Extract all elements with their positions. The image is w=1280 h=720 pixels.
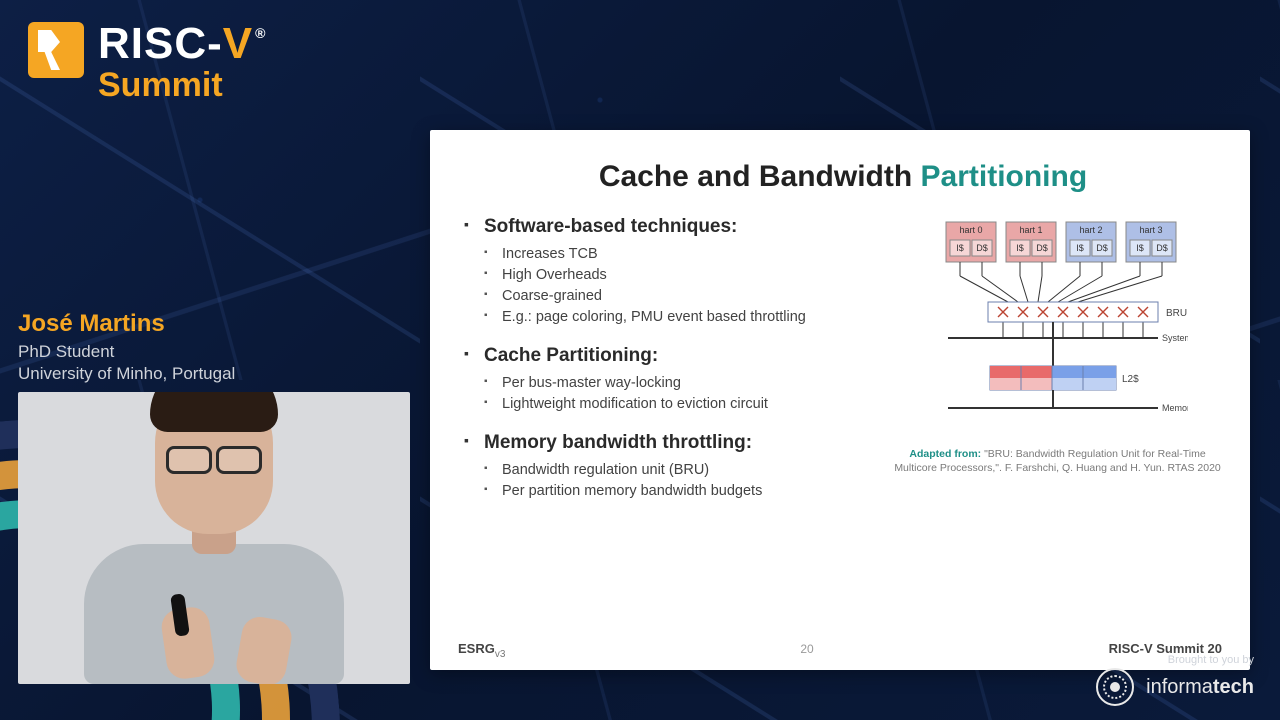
speaker-name: José Martins: [18, 310, 235, 338]
event-logo: RISC-V® Summit: [28, 22, 264, 102]
section-heading: Cache Partitioning:: [464, 345, 875, 367]
svg-text:D$: D$: [1156, 243, 1168, 253]
slide-section: Memory bandwidth throttling: Bandwidth re…: [464, 432, 875, 499]
presentation-slide: Cache and Bandwidth Partitioning Softwar…: [430, 130, 1250, 670]
video-frame: RISC-V® Summit José Martins PhD Student …: [0, 0, 1280, 720]
bullet-item: Increases TCB: [502, 246, 875, 262]
slide-footer-left: ESRGv3: [458, 641, 505, 660]
slide-title: Cache and Bandwidth Partitioning: [464, 160, 1222, 194]
diagram-label-membus: Memory Bus: [1162, 403, 1188, 413]
svg-text:D$: D$: [1036, 243, 1048, 253]
speaker-lower-third: José Martins PhD Student University of M…: [18, 310, 235, 384]
bullet-item: Bandwidth regulation unit (BRU): [502, 462, 875, 478]
diagram-l2: [990, 366, 1116, 390]
speaker-webcam: [18, 392, 410, 684]
logo-text-risc: RISC-: [98, 19, 223, 68]
svg-text:D$: D$: [976, 243, 988, 253]
sponsor-brand: informatech: [1146, 676, 1254, 699]
bullet-item: Per partition memory bandwidth budgets: [502, 483, 875, 499]
speaker-role: PhD Student: [18, 342, 235, 362]
bullet-item: Per bus-master way-locking: [502, 375, 875, 391]
slide-body: Software-based techniques: Increases TCB H…: [464, 216, 1222, 519]
event-logo-line2: Summit: [98, 68, 264, 102]
event-logo-line1: RISC-V®: [98, 22, 264, 66]
sponsor-badge: Brought to you by informatech: [1096, 668, 1254, 706]
informa-mark-icon: [1096, 668, 1134, 706]
svg-text:hart 1: hart 1: [1019, 225, 1042, 235]
bullet-item: Lightweight modification to eviction cir…: [502, 396, 875, 412]
bullet-item: Coarse-grained: [502, 288, 875, 304]
svg-text:I$: I$: [1136, 243, 1144, 253]
svg-text:hart 0: hart 0: [959, 225, 982, 235]
diagram-hart: hart 1 I$ D$: [1006, 222, 1056, 302]
diagram-label-l2: L2$: [1122, 374, 1139, 385]
bullet-item: High Overheads: [502, 267, 875, 283]
slide-section: Software-based techniques: Increases TCB H…: [464, 216, 875, 325]
section-heading: Software-based techniques:: [464, 216, 875, 238]
bru-diagram-svg: hart 0 I$ D$ hart 1 I$ D$ hart 2 I$ D$ hart 3 I$ D$…: [928, 216, 1188, 436]
svg-text:hart 3: hart 3: [1139, 225, 1162, 235]
svg-text:hart 2: hart 2: [1079, 225, 1102, 235]
diagram-citation: Adapted from: "BRU: Bandwidth Regulation…: [893, 447, 1222, 475]
section-list: Bandwidth regulation unit (BRU) Per parti…: [464, 462, 875, 499]
slide-title-accent: Partitioning: [921, 160, 1088, 193]
speaker-portrait: [57, 415, 371, 684]
section-list: Increases TCB High Overheads Coarse-graine…: [464, 246, 875, 325]
diagram-label-sysbus: System Bus: [1162, 333, 1188, 343]
riscv-mark-icon: [28, 22, 84, 78]
slide-page-number: 20: [800, 642, 813, 656]
event-logo-text: RISC-V® Summit: [98, 22, 264, 102]
speaker-affiliation: University of Minho, Portugal: [18, 364, 235, 384]
svg-text:I$: I$: [956, 243, 964, 253]
svg-text:I$: I$: [1076, 243, 1084, 253]
diagram-label-bru: BRU: [1166, 308, 1187, 319]
slide-section: Cache Partitioning: Per bus-master way-lo…: [464, 345, 875, 412]
slide-diagram-column: hart 0 I$ D$ hart 1 I$ D$ hart 2 I$ D$ hart 3 I$ D$…: [893, 216, 1222, 519]
svg-text:I$: I$: [1016, 243, 1024, 253]
registered-mark: ®: [255, 25, 266, 41]
slide-bullets: Software-based techniques: Increases TCB H…: [464, 216, 875, 519]
slide-footer: ESRGv3 20 RISC-V Summit 20: [458, 641, 1222, 660]
logo-text-v: V: [223, 19, 253, 68]
bru-diagram: hart 0 I$ D$ hart 1 I$ D$ hart 2 I$ D$ hart 3 I$ D$…: [928, 216, 1188, 441]
slide-title-main: Cache and Bandwidth: [599, 160, 921, 193]
svg-text:D$: D$: [1096, 243, 1108, 253]
section-list: Per bus-master way-locking Lightweight mo…: [464, 375, 875, 412]
sponsor-tagline: Brought to you by: [1168, 654, 1254, 666]
section-heading: Memory bandwidth throttling:: [464, 432, 875, 454]
citation-label: Adapted from:: [909, 448, 981, 460]
diagram-hart: hart 2 I$ D$: [1048, 222, 1116, 302]
bullet-item: E.g.: page coloring, PMU event based thr…: [502, 309, 875, 325]
